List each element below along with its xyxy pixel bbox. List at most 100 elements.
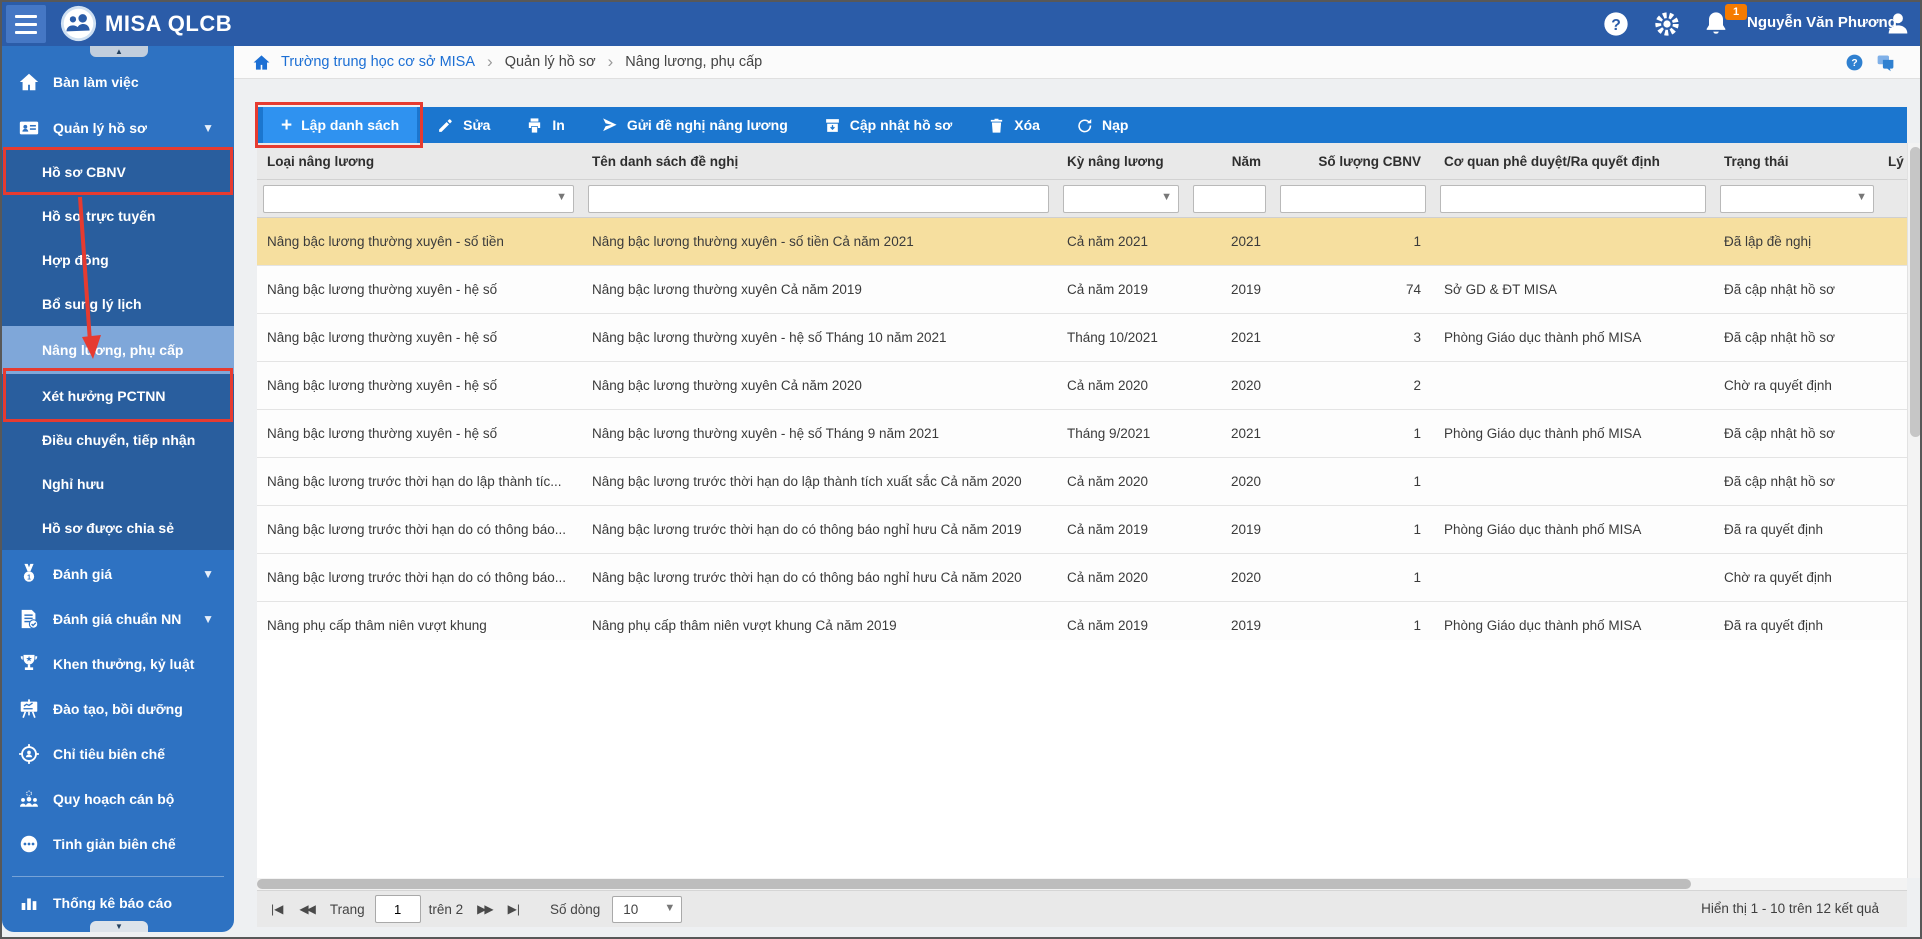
sidebar-item-thong-ke-bao-cao[interactable]: Thống kê báo cáo xyxy=(2,896,234,910)
page-number-input[interactable] xyxy=(374,895,421,923)
breadcrumb-section[interactable]: Quản lý hồ sơ xyxy=(505,54,596,70)
sidebar-scroll-down[interactable]: ▼ xyxy=(90,921,148,932)
col-header-co-quan[interactable]: Cơ quan phê duyệt/Ra quyết định xyxy=(1434,154,1714,169)
chevron-down-icon: ▼ xyxy=(202,612,214,626)
next-page-button[interactable]: ▶▶ xyxy=(477,902,494,916)
col-header-ly-do[interactable]: Lý do xyxy=(1882,154,1907,169)
table-row[interactable]: Nâng bậc lương thường xuyên - hệ số Nâng… xyxy=(257,410,1907,458)
plus-icon: + xyxy=(281,114,293,136)
sidebar-item-khen-thuong-ky-luat[interactable]: ★ Khen thưởng, kỷ luật xyxy=(2,642,234,686)
sidebar-scroll-up[interactable]: ▲ xyxy=(90,46,148,57)
chevron-down-icon: ▼ xyxy=(1856,190,1867,203)
col-header-trang-thai[interactable]: Trạng thái xyxy=(1714,154,1882,169)
sidebar-item-bo-sung-ly-lich[interactable]: Bổ sung lý lịch xyxy=(2,282,234,326)
col-header-ky-nang-luong[interactable]: Kỳ nâng lương xyxy=(1057,154,1187,169)
hamburger-menu-icon[interactable] xyxy=(6,5,46,43)
edit-button[interactable]: Sửa xyxy=(437,117,490,134)
document-check-icon xyxy=(18,608,40,630)
vertical-scrollbar-thumb[interactable] xyxy=(1910,147,1920,437)
filter-period-select[interactable]: ▼ xyxy=(1063,184,1179,213)
update-records-button[interactable]: Cập nhật hồ sơ xyxy=(824,117,952,134)
table-row[interactable]: Nâng bậc lương trước thời hạn do có thôn… xyxy=(257,554,1907,602)
delete-button[interactable]: Xóa xyxy=(988,117,1040,134)
home-icon xyxy=(18,71,40,93)
notification-badge: 1 xyxy=(1725,4,1747,20)
vertical-scrollbar[interactable] xyxy=(1907,143,1920,878)
filter-name-input[interactable] xyxy=(588,184,1049,213)
col-header-loai-nang-luong[interactable]: Loại nâng lương xyxy=(257,154,582,169)
breadcrumb-current: Nâng lương, phụ cấp xyxy=(625,54,763,70)
feedback-chat-icon[interactable] xyxy=(1875,52,1896,73)
horizontal-scrollbar[interactable] xyxy=(257,878,1907,890)
sidebar-item-xet-huong-pctnn[interactable]: Xét hưởng PCTNN xyxy=(2,374,234,418)
page-total-label: trên 2 xyxy=(428,901,464,917)
breadcrumb-root[interactable]: Trường trung học cơ sở MISA xyxy=(281,54,475,70)
sidebar-item-quy-hoach-can-bo[interactable]: Quy hoạch cán bộ xyxy=(2,777,234,821)
table-row[interactable]: Nâng bậc lương thường xuyên - số tiền Nâ… xyxy=(257,218,1907,266)
sidebar-item-dao-tao-boi-duong[interactable]: Đào tạo, bồi dưỡng xyxy=(2,687,234,731)
sidebar-item-ban-lam-viec[interactable]: Bàn làm việc xyxy=(2,60,234,104)
table-row[interactable]: Nâng bậc lương trước thời hạn do có thôn… xyxy=(257,506,1907,554)
sidebar-item-nang-luong-phu-cap[interactable]: Nâng lương, phụ cấp xyxy=(2,326,234,374)
toolbar: + Lập danh sách Sửa In Gửi đề nghị nâng … xyxy=(257,107,1907,143)
sidebar-item-ho-so-cbnv[interactable]: Hồ sơ CBNV xyxy=(2,150,234,194)
sidebar-item-chi-tieu-bien-che[interactable]: Chỉ tiêu biên chế xyxy=(2,732,234,776)
sidebar-item-ho-so-duoc-chia-se[interactable]: Hồ sơ được chia sẻ xyxy=(2,506,234,550)
filter-year-input[interactable] xyxy=(1193,184,1266,213)
table-row[interactable]: Nâng bậc lương trước thời hạn do lập thà… xyxy=(257,458,1907,506)
rows-per-page-select[interactable]: 10 ▼ xyxy=(612,895,683,923)
filter-status-select[interactable]: ▼ xyxy=(1720,184,1874,213)
gear-icon[interactable] xyxy=(1653,10,1681,38)
send-proposal-button[interactable]: Gửi đề nghị nâng lương xyxy=(601,117,788,134)
sidebar-item-hop-dong[interactable]: Hợp đồng xyxy=(2,238,234,282)
bar-chart-icon xyxy=(18,896,40,910)
sidebar-item-nghi-huu[interactable]: Nghỉ hưu xyxy=(2,462,234,506)
filter-agency-input[interactable] xyxy=(1440,184,1706,213)
refresh-button[interactable]: Nạp xyxy=(1076,117,1128,134)
filter-type-select[interactable]: ▼ xyxy=(263,184,574,213)
help-icon[interactable]: ? xyxy=(1602,10,1630,38)
sidebar-item-ho-so-truc-tuyen[interactable]: Hồ sơ trực tuyến xyxy=(2,194,234,238)
sidebar-divider xyxy=(12,876,224,877)
sidebar-item-tinh-gian-bien-che[interactable]: Tinh giản biên chế xyxy=(2,822,234,866)
filter-count-input[interactable] xyxy=(1280,184,1426,213)
sidebar-item-danh-gia[interactable]: 1 Đánh giá ▼ xyxy=(2,552,234,596)
svg-text:★: ★ xyxy=(25,656,32,663)
user-name[interactable]: Nguyễn Văn Phương xyxy=(1747,14,1897,31)
table-row[interactable]: Nâng bậc lương thường xuyên - hệ số Nâng… xyxy=(257,314,1907,362)
col-header-ten-danh-sach[interactable]: Tên danh sách đề nghị xyxy=(582,154,1057,169)
target-icon xyxy=(18,743,40,765)
result-summary: Hiển thị 1 - 10 trên 12 kết quả xyxy=(1701,901,1879,916)
sidebar-item-danh-gia-chuan-nn[interactable]: Đánh giá chuẩn NN ▼ xyxy=(2,597,234,641)
sidebar: ▲ Bàn làm việc Quản lý hồ sơ ▼ Hồ sơ CBN… xyxy=(2,46,234,932)
horizontal-scrollbar-thumb[interactable] xyxy=(257,879,1691,889)
training-board-icon xyxy=(18,698,40,720)
misa-logo-icon xyxy=(60,5,97,42)
refresh-icon xyxy=(1076,117,1093,134)
app-name: MISA QLCB xyxy=(105,10,233,36)
col-header-so-luong-cbnv[interactable]: Số lượng CBNV xyxy=(1274,154,1434,169)
top-bar: MISA QLCB ? 1 Nguyễn Văn Phương xyxy=(2,2,1920,46)
user-avatar-icon[interactable] xyxy=(1884,9,1912,37)
breadcrumb-separator: › xyxy=(487,52,493,71)
send-icon xyxy=(601,117,618,134)
table-row[interactable]: Nâng bậc lương thường xuyên - hệ số Nâng… xyxy=(257,362,1907,410)
trophy-icon: ★ xyxy=(18,653,40,675)
print-button[interactable]: In xyxy=(526,117,565,134)
last-page-button[interactable]: ▶| xyxy=(508,902,520,916)
col-header-nam[interactable]: Năm xyxy=(1187,154,1274,169)
medal-icon: 1 xyxy=(18,563,40,585)
create-list-button[interactable]: + Lập danh sách xyxy=(263,107,418,143)
first-page-button[interactable]: |◀ xyxy=(271,902,283,916)
help-icon[interactable]: ? xyxy=(1845,53,1864,72)
previous-page-button[interactable]: ◀◀ xyxy=(299,902,316,916)
svg-text:?: ? xyxy=(1611,17,1621,34)
trash-icon xyxy=(988,117,1005,134)
app-logo: MISA QLCB xyxy=(60,5,232,42)
sidebar-item-quan-ly-ho-so[interactable]: Quản lý hồ sơ ▼ xyxy=(2,106,234,150)
table-row[interactable]: Nâng bậc lương thường xuyên - hệ số Nâng… xyxy=(257,266,1907,314)
home-icon[interactable] xyxy=(252,53,271,72)
sidebar-item-dieu-chuyen-tiep-nhan[interactable]: Điều chuyển, tiếp nhận xyxy=(2,418,234,462)
chevron-down-icon: ▼ xyxy=(556,190,567,203)
rows-per-page-label: Số dòng xyxy=(549,901,601,917)
